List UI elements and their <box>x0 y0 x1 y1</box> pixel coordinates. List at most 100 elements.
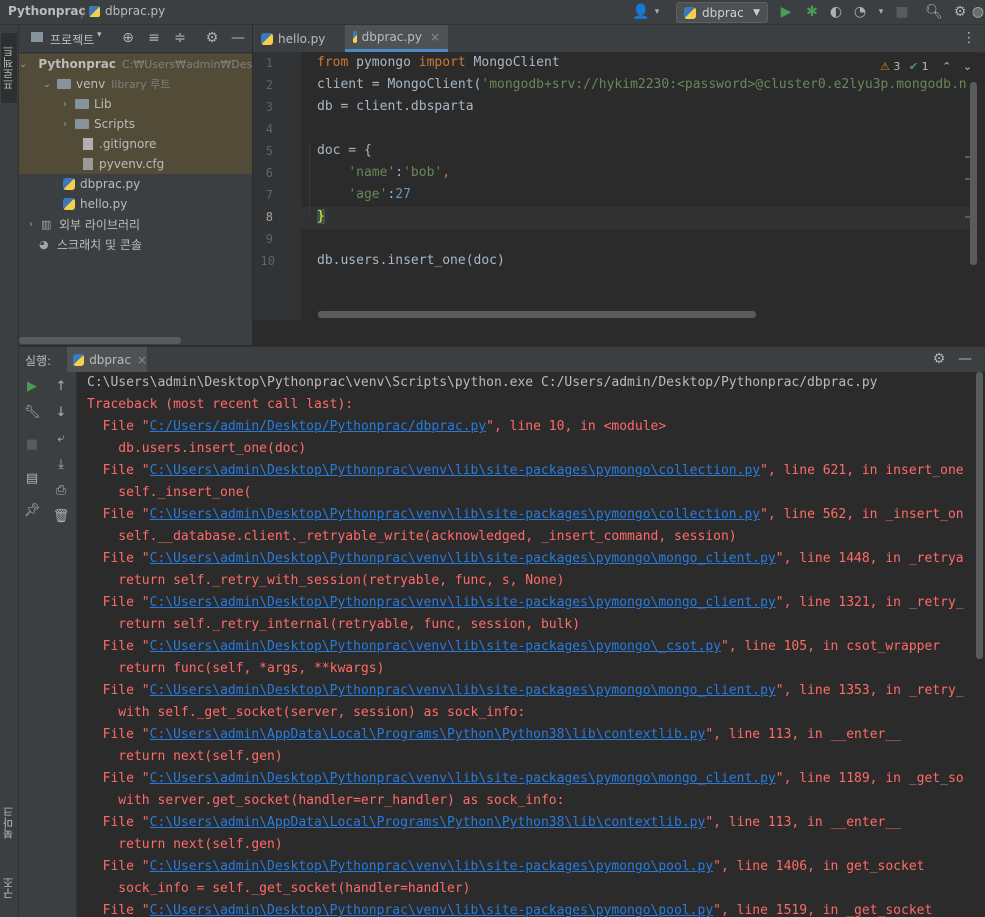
traceback-frame: File "C:\Users\admin\Desktop\Pythonprac\… <box>87 859 925 874</box>
debug-icon[interactable]: ✱ <box>803 3 821 21</box>
traceback-file-link[interactable]: C:\Users\admin\Desktop\Pythonprac\venv\l… <box>150 507 760 522</box>
traceback-file-link[interactable]: C:\Users\admin\Desktop\Pythonprac\venv\l… <box>150 859 714 874</box>
editor-vertical-scrollbar[interactable] <box>970 82 977 265</box>
search-icon[interactable]: 🔍︎ <box>925 3 943 21</box>
tree-item-scripts[interactable]: › Scripts <box>19 114 252 134</box>
expand-all-icon[interactable]: ≡ <box>145 29 163 47</box>
traceback-file-link[interactable]: C:\Users\admin\Desktop\Pythonprac\venv\l… <box>150 463 760 478</box>
ok-count: 1 <box>921 60 929 73</box>
tree-item-gitignore[interactable]: .gitignore <box>19 134 252 154</box>
gear-icon[interactable]: ⚙ <box>930 350 948 368</box>
line-number: 9 <box>265 232 273 246</box>
python-file-icon <box>261 32 273 45</box>
run-icon[interactable]: ▶ <box>777 3 795 21</box>
chevron-down-icon[interactable]: ⌄ <box>41 79 53 90</box>
console-vertical-scrollbar[interactable] <box>975 372 985 917</box>
run-tab-label: dbprac <box>89 352 131 367</box>
chevron-down-icon[interactable]: ⌄ <box>963 60 972 73</box>
chevron-down-icon[interactable]: ▾ <box>648 3 666 21</box>
console-scroll-thumb[interactable] <box>976 372 983 659</box>
wrench-icon[interactable]: 🔧︎ <box>24 404 41 420</box>
bookmarks-tool-tab[interactable]: 북마크 <box>1 793 17 853</box>
traceback-frame: File "C:\Users\admin\Desktop\Pythonprac\… <box>87 507 964 522</box>
python-file-icon <box>684 6 696 19</box>
rerun-icon[interactable]: ▶ <box>24 378 40 394</box>
tree-item-lib[interactable]: › Lib <box>19 94 252 114</box>
traceback-frame: File "C:\Users\admin\Desktop\Pythonprac\… <box>87 903 933 917</box>
locate-file-icon[interactable]: ⊕ <box>119 29 137 47</box>
scratch-icon: ◕ <box>39 237 49 251</box>
tree-item-scratches[interactable]: ◕ 스크래치 및 콘솔 <box>19 234 252 254</box>
run-configuration-select[interactable]: dbprac ▼ <box>676 2 768 23</box>
traceback-file-link[interactable]: C:\Users\admin\AppData\Local\Programs\Py… <box>150 815 706 830</box>
editor-horizontal-scrollbar[interactable] <box>318 311 756 318</box>
code-line-1: from pymongo import MongoClient <box>317 55 560 70</box>
console-traceback-header: Traceback (most recent call last): <box>87 397 354 412</box>
traceback-file-link[interactable]: C:\Users\admin\Desktop\Pythonprac\venv\l… <box>150 595 776 610</box>
coverage-icon[interactable]: ◐ <box>827 3 845 21</box>
chevron-down-icon[interactable]: ▾ <box>97 30 102 40</box>
tree-item-hello[interactable]: hello.py <box>19 194 252 214</box>
stop-icon[interactable]: ■ <box>24 436 40 452</box>
breadcrumb-project[interactable]: Pythonprac <box>8 4 86 18</box>
traceback-frame: File "C:/Users/admin/Desktop/Pythonprac/… <box>87 419 667 434</box>
tab-dbprac-py[interactable]: dbprac.py × <box>345 25 448 52</box>
left-tool-strip: 프로젝트 북마크 구조 <box>0 25 19 917</box>
inspections-widget[interactable]: ⚠ 3 ✔ 1 ⌃ ⌄ <box>880 60 972 73</box>
traceback-file-link[interactable]: C:\Users\admin\Desktop\Pythonprac\venv\l… <box>150 771 776 786</box>
chevron-down-icon[interactable]: ⌄ <box>19 59 27 70</box>
chevron-right-icon[interactable]: › <box>59 119 71 130</box>
trash-icon[interactable]: 🗑︎ <box>53 508 70 524</box>
structure-tool-tab[interactable]: 구조 <box>1 863 17 913</box>
tree-item-external-libraries[interactable]: › ▥ 외부 라이브러리 <box>19 214 252 234</box>
traceback-file-link[interactable]: C:\Users\admin\Desktop\Pythonprac\venv\l… <box>150 551 776 566</box>
traceback-frame: File "C:\Users\admin\Desktop\Pythonprac\… <box>87 683 964 698</box>
tree-item-dbprac[interactable]: dbprac.py <box>19 174 252 194</box>
close-icon[interactable]: × <box>430 30 440 44</box>
traceback-frame: File "C:\Users\admin\Desktop\Pythonprac\… <box>87 639 941 654</box>
traceback-file-link[interactable]: C:\Users\admin\Desktop\Pythonprac\venv\l… <box>150 683 776 698</box>
project-horizontal-scrollbar[interactable] <box>19 337 181 344</box>
minimize-icon[interactable]: — <box>956 350 974 368</box>
layout-icon[interactable]: ▤ <box>24 470 40 486</box>
soft-wrap-icon[interactable]: ⤶ <box>53 430 69 446</box>
folder-icon <box>31 32 43 42</box>
arrow-up-icon[interactable]: ↑ <box>53 378 69 394</box>
traceback-file-link[interactable]: C:\Users\admin\Desktop\Pythonprac\venv\l… <box>150 639 721 654</box>
close-icon[interactable]: × <box>137 353 147 367</box>
chevron-right-icon[interactable]: › <box>59 99 71 110</box>
more-options-icon[interactable]: ⋮ <box>960 29 978 47</box>
stop-icon[interactable]: ■ <box>893 3 911 21</box>
ide-update-icon[interactable]: ◍ <box>969 3 985 21</box>
run-tab-dbprac[interactable]: dbprac × <box>67 347 147 372</box>
code-editor[interactable]: from pymongo import MongoClient client =… <box>301 52 975 320</box>
traceback-file-link[interactable]: C:/Users/admin/Desktop/Pythonprac/dbprac… <box>150 419 487 434</box>
breadcrumb-file[interactable]: dbprac.py <box>105 4 165 18</box>
print-icon[interactable]: ⎙ <box>53 482 69 498</box>
scroll-to-end-icon[interactable]: ⤓ <box>53 456 69 472</box>
run-configuration-label: dbprac <box>702 5 744 20</box>
chevron-right-icon[interactable]: › <box>25 219 37 230</box>
tree-item-venv[interactable]: ⌄ venv library 루트 <box>19 74 252 94</box>
bookmarks-tool-tab-label: 북마크 <box>2 806 15 840</box>
pin-icon[interactable]: 📌︎ <box>24 502 41 518</box>
minimize-icon[interactable]: — <box>229 29 247 47</box>
traceback-file-link[interactable]: C:\Users\admin\AppData\Local\Programs\Py… <box>150 727 706 742</box>
tree-item-project-root[interactable]: ⌄ Pythonprac C:₩Users₩admin₩Des <box>19 54 252 74</box>
gear-icon[interactable]: ⚙ <box>203 29 221 47</box>
gear-icon[interactable]: ⚙ <box>951 3 969 21</box>
tree-item-library-root: library 루트 <box>111 78 171 91</box>
config-file-icon <box>83 158 93 170</box>
more-run-options-icon[interactable]: ▾ <box>872 3 890 21</box>
line-number: 5 <box>265 144 273 158</box>
arrow-down-icon[interactable]: ↓ <box>53 404 69 420</box>
python-file-icon <box>353 31 357 43</box>
run-console-output[interactable]: C:\Users\admin\Desktop\Pythonprac\venv\S… <box>77 372 975 917</box>
tree-item-pyvenv[interactable]: pyvenv.cfg <box>19 154 252 174</box>
traceback-file-link[interactable]: C:\Users\admin\Desktop\Pythonprac\venv\l… <box>150 903 714 917</box>
project-tool-tab[interactable]: 프로젝트 <box>1 33 17 103</box>
collapse-all-icon[interactable]: ≑ <box>171 29 189 47</box>
chevron-up-icon[interactable]: ⌃ <box>942 60 951 73</box>
profile-icon[interactable]: ◔ <box>851 3 869 21</box>
project-panel-title[interactable]: 프로젝트 <box>50 31 94 48</box>
